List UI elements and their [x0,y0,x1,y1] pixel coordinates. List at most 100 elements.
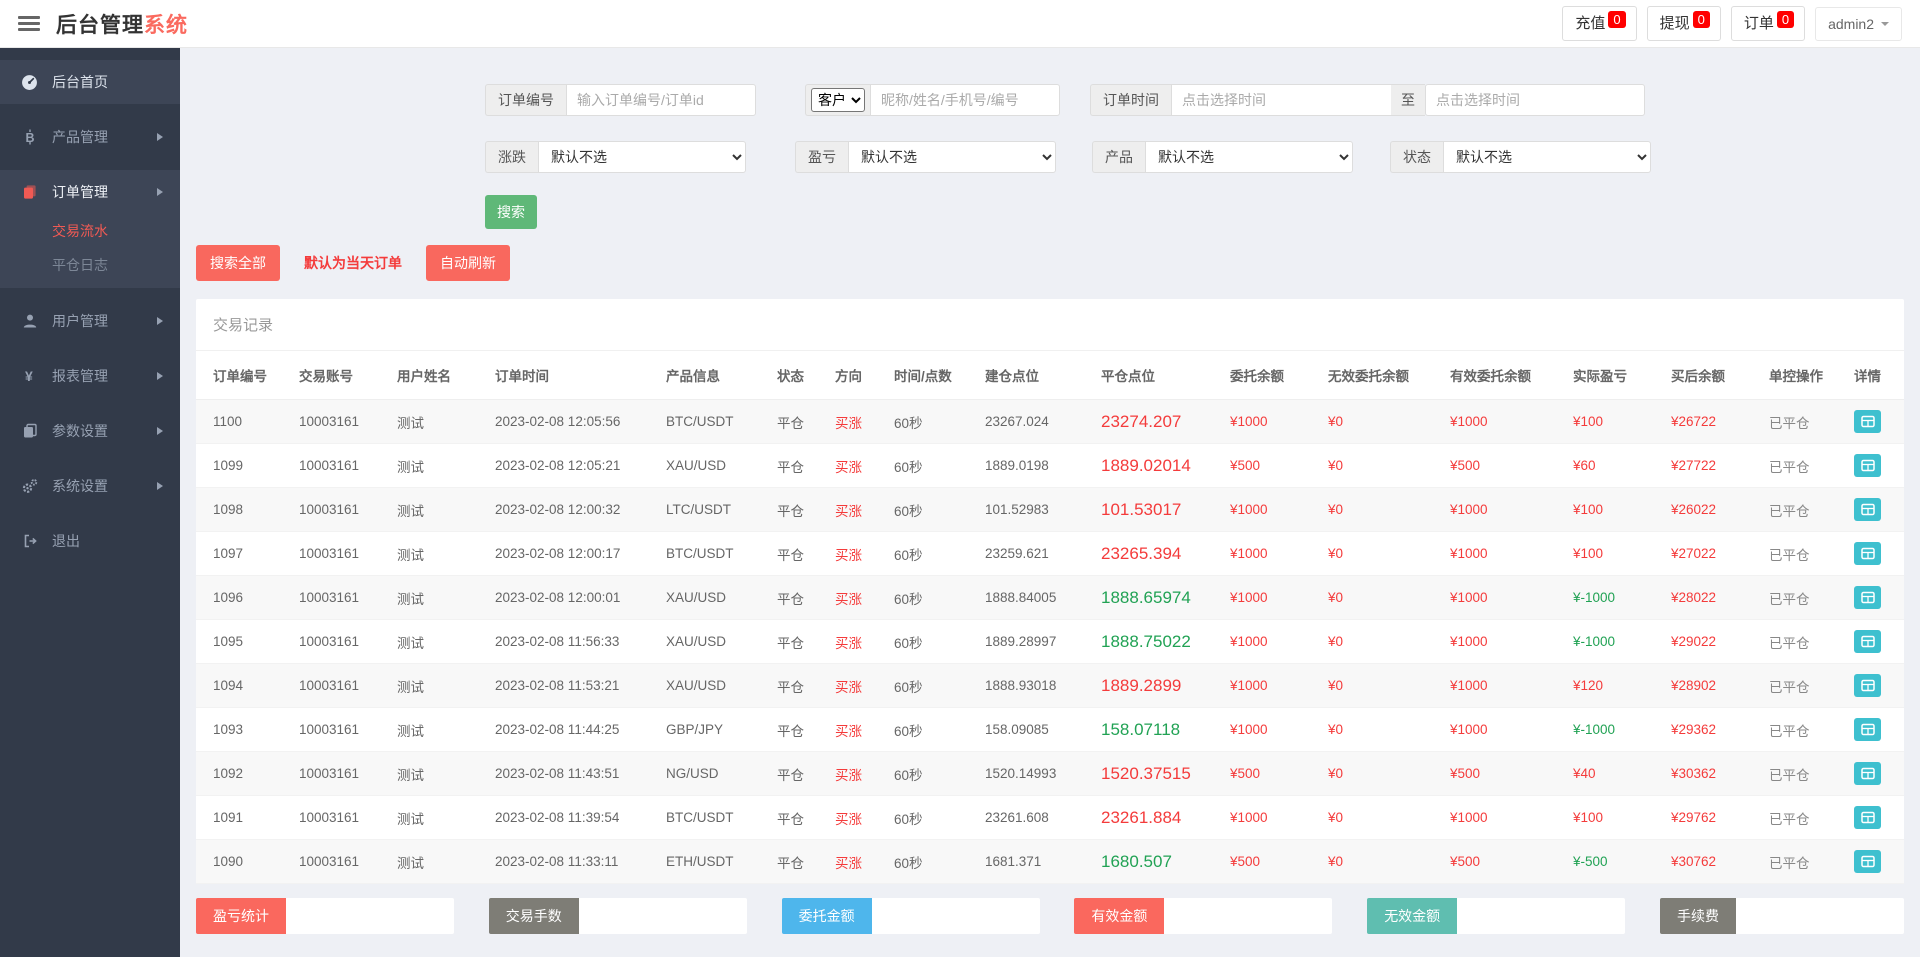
sidebar-item-logout[interactable]: 退出 [0,519,180,563]
cell-duration: 60秒 [886,531,977,576]
sidebar-item-reports[interactable]: ¥ 报表管理 [0,354,180,398]
summary-value-box [1164,898,1333,934]
svg-text:¥: ¥ [25,368,33,384]
cell-name: 测试 [389,531,487,576]
table-row: 1094 10003161 测试 2023-02-08 11:53:21 XAU/USD… [196,663,1904,708]
cell-entrust: ¥500 [1222,839,1320,884]
cell-order_no: 1094 [196,663,291,708]
sidebar-subitem[interactable]: 平仓日志 [0,248,180,282]
topbar-badge-button-1[interactable]: 提现 0 [1646,6,1721,41]
cell-close: 1520.37515 [1093,751,1222,796]
cell-balance: ¥27722 [1663,443,1761,488]
user-dropdown[interactable]: admin2 [1815,6,1902,41]
cell-control: 已平仓 [1761,839,1846,884]
cell-product: LTC/USDT [658,487,769,532]
detail-button[interactable] [1854,630,1881,653]
rise-fall-label: 涨跌 [485,141,538,173]
detail-button[interactable] [1854,542,1881,565]
profit-select[interactable]: 默认不选 [848,141,1056,173]
order-no-input[interactable] [566,84,756,116]
cell-valid_entrust: ¥1000 [1442,619,1565,664]
status-select[interactable]: 默认不选 [1443,141,1651,173]
cell-invalid_entrust: ¥0 [1320,795,1442,840]
cell-duration: 60秒 [886,399,977,444]
status-filter: 状态 默认不选 [1390,141,1651,173]
time-end-input[interactable] [1425,84,1645,116]
cell-duration: 60秒 [886,795,977,840]
cell-account: 10003161 [291,575,389,620]
auto-refresh-button[interactable]: 自动刷新 [426,245,510,281]
today-order-note: 默认为当天订单 [304,255,402,271]
hamburger-menu-icon[interactable] [18,16,40,31]
column-header: 委托余额 [1222,351,1320,400]
cell-name: 测试 [389,487,487,532]
cell-duration: 60秒 [886,487,977,532]
chevron-right-icon [157,372,167,380]
sidebar-item-users[interactable]: 用户管理 [0,299,180,343]
product-select[interactable]: 默认不选 [1145,141,1353,173]
sidebar-item-orders[interactable]: 订单管理 [0,170,180,214]
cell-close: 1888.65974 [1093,575,1222,620]
cell-open: 158.09085 [977,707,1093,752]
detail-button[interactable] [1854,718,1881,741]
cell-account: 10003161 [291,443,389,488]
sidebar-item-products[interactable]: B 产品管理 [0,115,180,159]
cell-balance: ¥28902 [1663,663,1761,708]
detail-button[interactable] [1854,586,1881,609]
summary-unit-4: 无效金额 [1367,898,1626,934]
detail-button[interactable] [1854,410,1881,433]
sidebar-item-params[interactable]: 参数设置 [0,409,180,453]
table-row: 1093 10003161 测试 2023-02-08 11:44:25 GBP/JPY… [196,707,1904,752]
cell-name: 测试 [389,443,487,488]
cell-time: 2023-02-08 12:00:01 [487,575,658,620]
chevron-right-icon [157,482,167,490]
chevron-right-icon [157,317,167,325]
cell-direction: 买涨 [827,751,886,796]
user-name: admin2 [1828,15,1874,32]
customer-type-select[interactable]: 客户 [811,88,865,112]
cell-valid_entrust: ¥1000 [1442,531,1565,576]
cell-open: 23261.608 [977,795,1093,840]
time-start-input[interactable] [1171,84,1391,116]
cell-open: 1889.0198 [977,443,1093,488]
cell-balance: ¥27022 [1663,531,1761,576]
topbar-badge-button-0[interactable]: 充值 0 [1562,6,1637,41]
badge-label: 充值 [1575,15,1606,32]
cell-status: 平仓 [769,619,827,664]
sidebar-item-system[interactable]: 系统设置 [0,464,180,508]
cell-direction: 买涨 [827,663,886,708]
cell-open: 23267.024 [977,399,1093,444]
detail-button[interactable] [1854,498,1881,521]
cell-name: 测试 [389,751,487,796]
cell-direction: 买涨 [827,399,886,444]
cell-product: XAU/USD [658,663,769,708]
trade-records-table: 订单编号 交易账号 用户姓名 订单时间 产品信息 状态 方向 时间/点数 建仓点位 平仓点位 委托余… [196,351,1904,884]
detail-button[interactable] [1854,850,1881,873]
column-header: 状态 [769,351,827,400]
column-header: 有效委托余额 [1442,351,1565,400]
customer-input[interactable] [870,84,1060,116]
cell-direction: 买涨 [827,795,886,840]
cell-open: 1888.84005 [977,575,1093,620]
cell-time: 2023-02-08 11:53:21 [487,663,658,708]
detail-button[interactable] [1854,454,1881,477]
column-header: 方向 [827,351,886,400]
sidebar-subitem[interactable]: 交易流水 [0,214,180,248]
badge-count: 0 [1608,11,1626,28]
cell-balance: ¥30362 [1663,751,1761,796]
cell-duration: 60秒 [886,751,977,796]
search-all-button[interactable]: 搜索全部 [196,245,280,281]
product-filter: 产品 默认不选 [1092,141,1353,173]
detail-button[interactable] [1854,806,1881,829]
detail-button[interactable] [1854,762,1881,785]
app-title: 后台管理系统 [56,9,188,39]
topbar-badge-button-2[interactable]: 订单 0 [1730,6,1806,41]
badge-count: 0 [1692,11,1710,28]
rise-fall-select[interactable]: 默认不选 [538,141,746,173]
detail-button[interactable] [1854,674,1881,697]
search-button[interactable]: 搜索 [485,195,537,229]
column-header: 用户姓名 [389,351,487,400]
sidebar-item-home[interactable]: 后台首页 [0,60,180,104]
cell-status: 平仓 [769,663,827,708]
cell-balance: ¥29762 [1663,795,1761,840]
